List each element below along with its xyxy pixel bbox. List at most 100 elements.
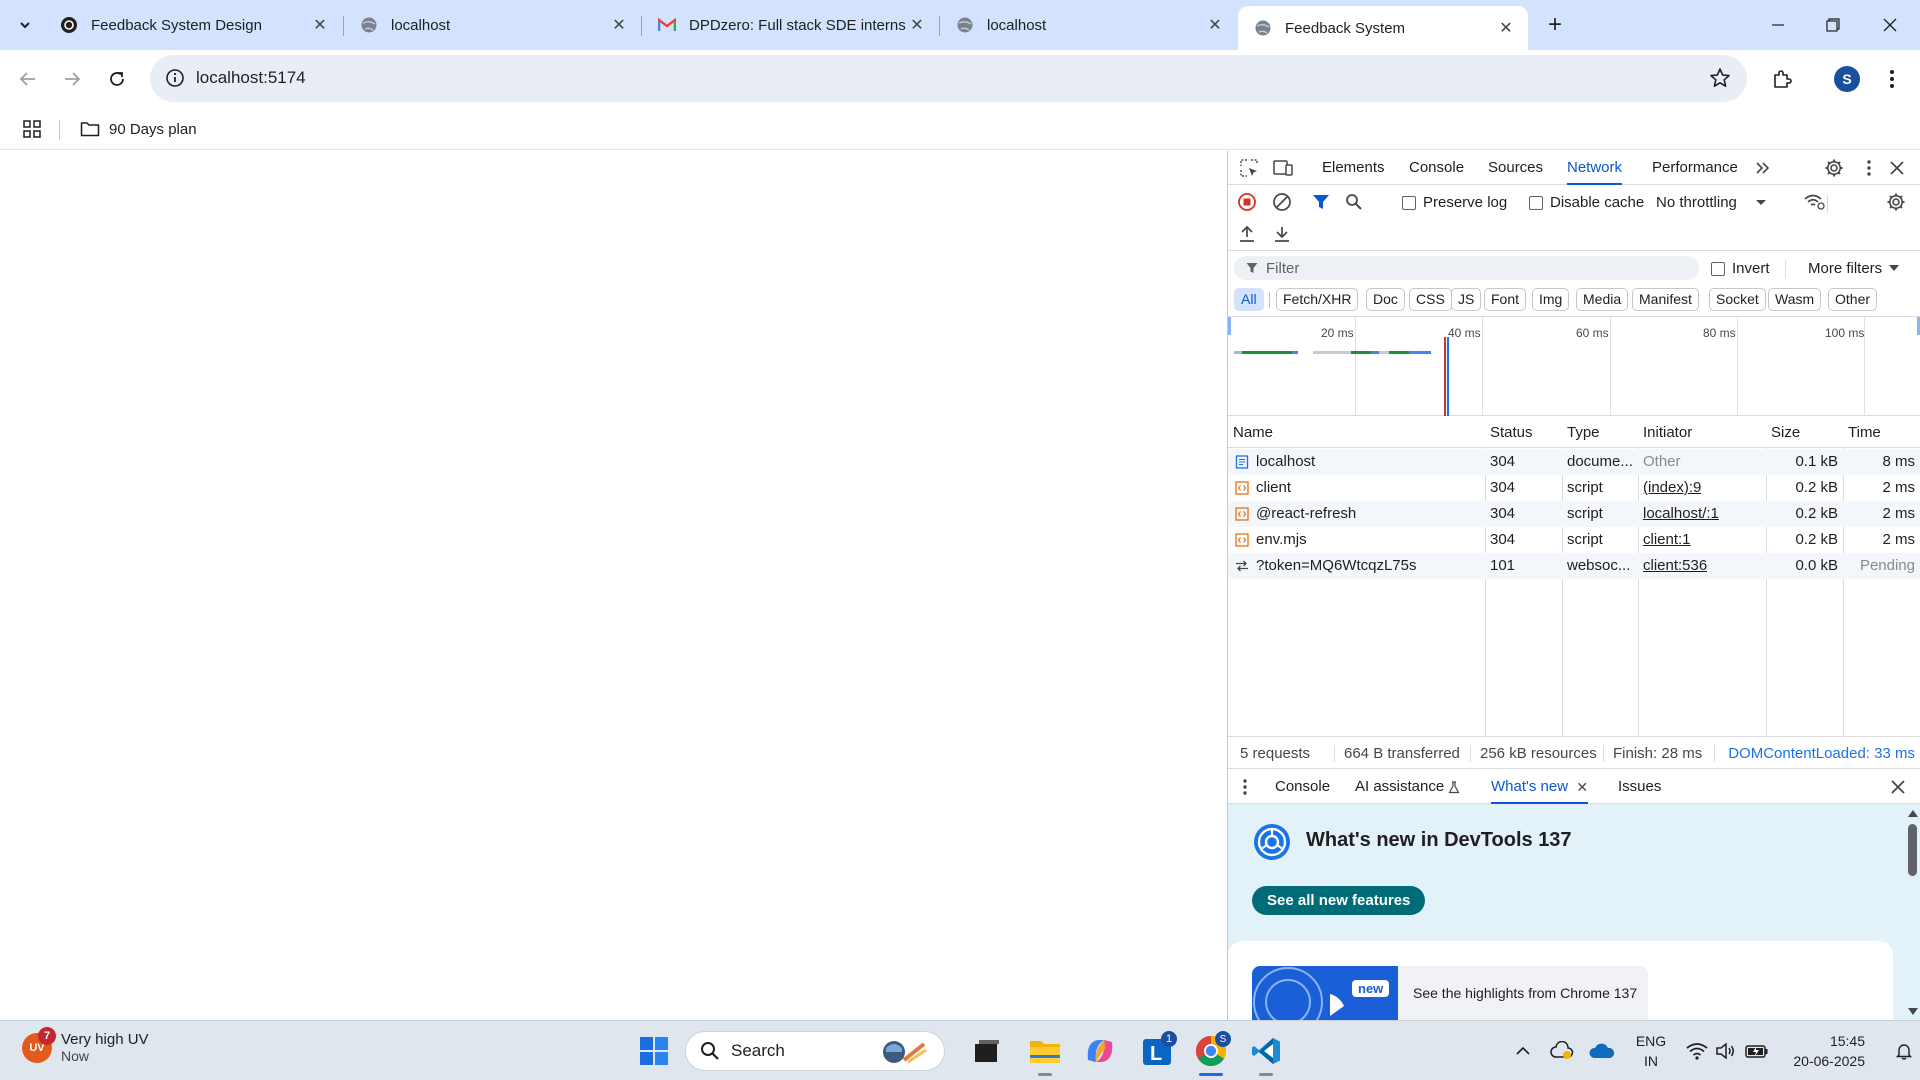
checkbox-box[interactable] — [1402, 195, 1416, 210]
bookmark-star-icon[interactable] — [1709, 67, 1731, 89]
taskbar-file-explorer[interactable] — [1025, 1031, 1065, 1071]
taskbar-linkedin[interactable]: L 1 — [1137, 1031, 1177, 1071]
type-filter-all[interactable]: All — [1234, 288, 1264, 311]
drawer-scrollbar[interactable] — [1905, 804, 1920, 1020]
type-filter-img[interactable]: Img — [1532, 288, 1570, 311]
checkbox-box[interactable] — [1711, 261, 1725, 276]
column-header-initiator[interactable]: Initiator — [1643, 424, 1692, 441]
close-drawer-icon[interactable] — [1891, 780, 1905, 794]
apps-grid-icon[interactable] — [22, 119, 42, 139]
type-filter-socket[interactable]: Socket — [1709, 288, 1766, 311]
table-row[interactable]: localhost 304 docume... Other 0.1 kB 8 m… — [1228, 449, 1920, 475]
table-row[interactable]: ?token=MQ6WtcqzL75s 101 websoc... client… — [1228, 553, 1920, 579]
site-info-icon[interactable] — [164, 67, 186, 89]
device-toolbar-icon[interactable] — [1273, 158, 1293, 178]
clear-icon[interactable] — [1272, 192, 1292, 212]
type-filter-manifest[interactable]: Manifest — [1632, 288, 1699, 311]
throttling-select[interactable]: No throttling — [1656, 194, 1767, 211]
video-thumbnail[interactable]: new — [1252, 966, 1398, 1020]
close-tab-icon[interactable]: ✕ — [1205, 15, 1225, 35]
reload-button[interactable] — [102, 64, 132, 94]
table-row[interactable]: @react-refresh 304 script localhost/:1 0… — [1228, 501, 1920, 527]
tray-battery[interactable] — [1744, 1039, 1770, 1063]
drawer-tab-console[interactable]: Console — [1275, 770, 1330, 804]
column-header-type[interactable]: Type — [1567, 424, 1600, 441]
table-row[interactable]: env.mjs 304 script client:1 0.2 kB 2 ms — [1228, 527, 1920, 553]
import-har-icon[interactable] — [1237, 224, 1257, 244]
notification-center[interactable] — [1894, 1039, 1914, 1063]
tray-cloud-sync[interactable] — [1549, 1039, 1575, 1063]
tab-localhost-2[interactable]: localhost ✕ — [940, 6, 1237, 44]
tray-wifi[interactable] — [1684, 1039, 1710, 1063]
extensions-icon[interactable] — [1768, 65, 1796, 93]
scrollbar-thumb[interactable] — [1908, 824, 1917, 876]
new-tab-button[interactable]: + — [1541, 11, 1569, 39]
drawer-tab-whats-new[interactable]: What's new ✕ — [1491, 770, 1589, 804]
taskbar-copilot[interactable] — [1080, 1031, 1120, 1071]
more-tabs-chevron-icon[interactable] — [1753, 158, 1773, 178]
drawer-menu-icon[interactable] — [1238, 778, 1252, 796]
invert-checkbox[interactable]: Invert — [1711, 260, 1770, 277]
close-window-button[interactable] — [1867, 8, 1913, 42]
network-conditions-icon[interactable] — [1803, 192, 1825, 212]
close-tab-icon[interactable]: ✕ — [907, 15, 927, 35]
close-devtools-icon[interactable] — [1887, 158, 1907, 178]
request-initiator-link[interactable]: (index):9 — [1643, 479, 1701, 496]
type-filter-fetch-xhr[interactable]: Fetch/XHR — [1276, 288, 1359, 311]
table-row[interactable]: client 304 script (index):9 0.2 kB 2 ms — [1228, 475, 1920, 501]
column-header-size[interactable]: Size — [1771, 424, 1800, 441]
type-filter-doc[interactable]: Doc — [1366, 288, 1405, 311]
forward-button[interactable] — [57, 64, 87, 94]
type-filter-js[interactable]: JS — [1451, 288, 1482, 311]
customize-menu-icon[interactable] — [1859, 158, 1879, 178]
tray-volume[interactable] — [1714, 1039, 1738, 1063]
drawer-tab-ai-assistance[interactable]: AI assistance — [1355, 770, 1444, 804]
close-tab-icon[interactable]: ✕ — [310, 15, 330, 35]
type-filter-media[interactable]: Media — [1576, 288, 1629, 311]
start-button[interactable] — [634, 1031, 674, 1071]
tab-localhost-1[interactable]: localhost ✕ — [344, 6, 641, 44]
tab-console[interactable]: Console — [1409, 151, 1464, 185]
more-filters-button[interactable]: More filters — [1808, 260, 1900, 277]
network-settings-gear-icon[interactable] — [1886, 192, 1906, 212]
tab-sources[interactable]: Sources — [1488, 151, 1543, 185]
drawer-tab-issues[interactable]: Issues — [1618, 770, 1661, 804]
taskbar-vscode[interactable] — [1246, 1031, 1286, 1071]
type-filter-wasm[interactable]: Wasm — [1768, 288, 1822, 311]
tab-feedback-system[interactable]: Feedback System ✕ — [1238, 6, 1528, 50]
filter-input[interactable]: Filter — [1234, 256, 1699, 280]
tab-search-button[interactable] — [9, 10, 41, 40]
tab-dpdzero[interactable]: DPDzero: Full stack SDE interns ✕ — [642, 6, 939, 44]
filter-funnel-icon[interactable] — [1311, 192, 1331, 212]
restore-button[interactable] — [1810, 8, 1856, 42]
minimize-button[interactable] — [1755, 8, 1801, 42]
type-filter-font[interactable]: Font — [1484, 288, 1527, 311]
tab-network[interactable]: Network — [1567, 151, 1623, 185]
checkbox-box[interactable] — [1529, 195, 1543, 210]
show-hidden-icons-chevron[interactable] — [1514, 1039, 1532, 1063]
network-overview-timeline[interactable]: 20 ms 40 ms 60 ms 80 ms 100 ms — [1228, 316, 1920, 417]
highlights-video-card[interactable]: new See the highlights from Chrome 137 — [1252, 966, 1648, 1020]
request-initiator-link[interactable]: localhost/:1 — [1643, 505, 1719, 522]
preserve-log-checkbox[interactable]: Preserve log — [1402, 194, 1507, 211]
request-initiator-link[interactable]: client:536 — [1643, 557, 1707, 574]
taskbar-chrome[interactable]: S — [1191, 1031, 1231, 1071]
weather-widget[interactable]: UV 7 Very high UV Now — [22, 1026, 149, 1064]
disable-cache-checkbox[interactable]: Disable cache — [1529, 194, 1644, 211]
address-bar[interactable]: localhost:5174 — [150, 55, 1747, 102]
inspect-element-icon[interactable] — [1239, 158, 1259, 178]
timeline-left-handle[interactable] — [1228, 317, 1231, 335]
system-clock[interactable]: 15:45 20-06-2025 — [1787, 1031, 1865, 1071]
tab-feedback-system-design[interactable]: Feedback System Design ✕ — [44, 6, 342, 44]
tray-onedrive[interactable] — [1588, 1039, 1616, 1063]
more-menu-icon[interactable] — [1878, 65, 1906, 93]
close-tab-icon[interactable]: ✕ — [1496, 18, 1516, 38]
taskbar-search-box[interactable]: Search — [685, 1031, 945, 1071]
back-button[interactable] — [13, 64, 43, 94]
bookmark-folder-90-days-plan[interactable]: 90 Days plan — [80, 117, 197, 141]
taskbar-task-view[interactable] — [967, 1031, 1007, 1071]
close-drawer-tab-icon[interactable]: ✕ — [1576, 770, 1588, 804]
export-har-icon[interactable] — [1272, 224, 1292, 244]
tab-elements[interactable]: Elements — [1322, 151, 1385, 185]
close-tab-icon[interactable]: ✕ — [609, 15, 629, 35]
